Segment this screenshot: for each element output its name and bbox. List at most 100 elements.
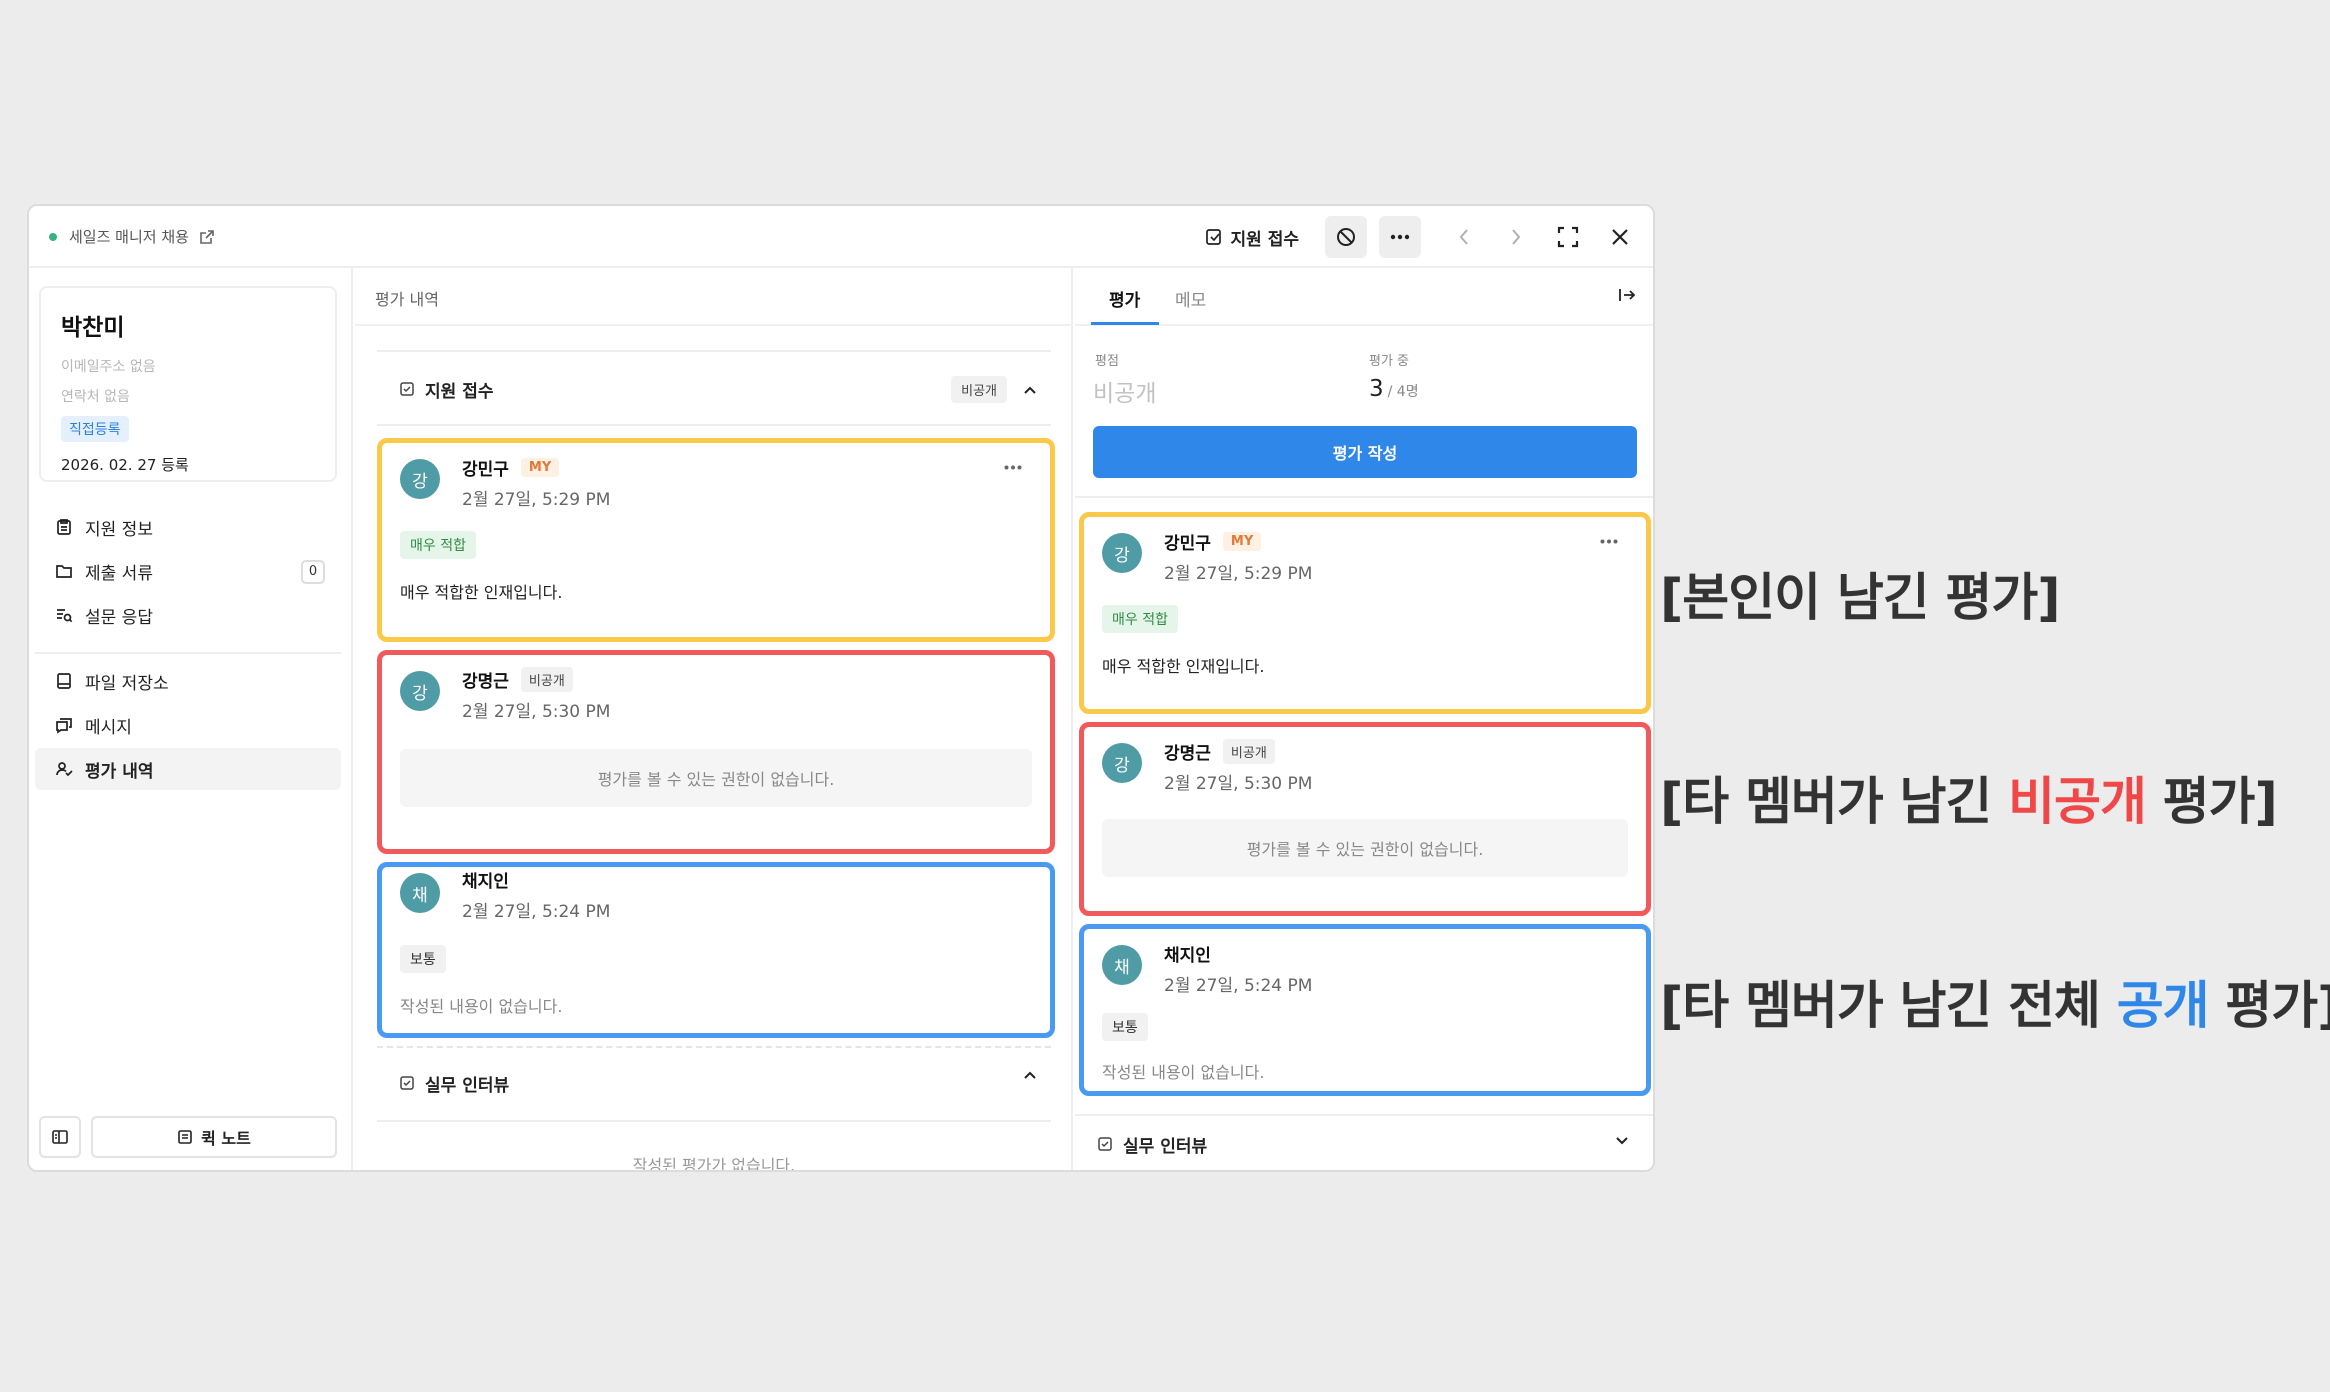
evaluator-name: 강명근 (1164, 744, 1211, 764)
evaluation-card-public: 채 채지인 2월 27일, 5:24 PM 보통 작성된 내용이 없습니다. (1079, 924, 1651, 1096)
candidate-email: 이메일주소 없음 (61, 359, 156, 375)
evaluator-name-wrap: 강민구 MY (462, 455, 560, 480)
section-title: 실무 인터뷰 (1123, 1136, 1208, 1157)
candidate-name: 박찬미 (61, 315, 125, 341)
evaluator-name-wrap: 강명근 비공개 (462, 667, 573, 692)
evaluator-name: 채지인 (1164, 946, 1211, 966)
prev-button[interactable] (1443, 216, 1485, 258)
annotation-text: 평가] (2145, 773, 2278, 832)
top-bar: 세일즈 매니저 채용 지원 접수 (29, 206, 1653, 268)
chevron-up-icon[interactable] (1023, 385, 1037, 395)
avatar: 강 (1102, 533, 1142, 573)
sidebar-item-messages[interactable]: 메시지 (35, 704, 341, 746)
avatar: 강 (1102, 743, 1142, 783)
annotation-text: 평가] (2208, 977, 2330, 1036)
annotation-public-evaluation: [타 멤버가 남긴 전체 공개 평가] (1660, 964, 2330, 1038)
note-icon (400, 382, 414, 396)
expand-icon (1557, 226, 1579, 248)
folder-icon (56, 565, 72, 578)
block-button[interactable] (1325, 216, 1367, 258)
user-check-icon (56, 762, 73, 777)
annotation-private-evaluation: [타 멤버가 남긴 비공개 평가] (1660, 760, 2278, 834)
section-title: 지원 접수 (425, 381, 494, 402)
list-search-icon (57, 609, 73, 623)
expand-button[interactable] (1547, 216, 1589, 258)
profile-card: 박찬미 이메일주소 없음 연락처 없음 직접등록 2026. 02. 27 등록 (39, 286, 337, 482)
sidebar-item-evaluations[interactable]: 평가 내역 (35, 748, 341, 790)
sidebar-item-survey[interactable]: 설문 응답 (35, 594, 341, 636)
no-permission-notice: 평가를 볼 수 있는 권한이 없습니다. (400, 749, 1032, 807)
evaluation-card-public: 채 채지인 2월 27일, 5:24 PM 보통 작성된 내용이 없습니다. (377, 862, 1055, 1038)
sidebar-item-files[interactable]: 파일 저장소 (35, 660, 341, 702)
evaluator-name: 강민구 (462, 460, 509, 480)
chevron-left-icon (1459, 229, 1468, 245)
job-title: 세일즈 매니저 채용 (69, 228, 189, 246)
evaluation-time: 2월 27일, 5:24 PM (1164, 976, 1313, 996)
sidebar-item-label: 평가 내역 (85, 761, 154, 782)
note-icon (400, 1076, 414, 1090)
private-badge: 비공개 (520, 667, 573, 692)
chevron-up-icon[interactable] (1023, 1070, 1037, 1080)
quick-note-button[interactable]: 퀵 노트 (91, 1116, 337, 1158)
more-icon[interactable] (1004, 465, 1022, 470)
candidate-window: 세일즈 매니저 채용 지원 접수 박찬미 이메일주소 없음 연락처 없음 직접등… (27, 204, 1655, 1172)
progress-value: 3 (1369, 376, 1384, 402)
rating-badge: 매우 적합 (400, 531, 476, 559)
candidate-phone: 연락처 없음 (61, 389, 130, 405)
avatar: 채 (400, 873, 440, 913)
more-icon (1390, 234, 1410, 240)
annotation-own-evaluation: [본인이 남긴 평가] (1660, 569, 2061, 628)
panel-divider (1075, 496, 1653, 498)
avatar: 강 (400, 459, 440, 499)
section-divider (377, 1120, 1051, 1122)
tab-bar: 평가 메모 (1075, 268, 1653, 326)
panel-toggle-button[interactable] (39, 1116, 81, 1158)
section-practical-interview[interactable]: 실무 인터뷰 (1075, 1118, 1653, 1170)
close-button[interactable] (1599, 216, 1641, 258)
evaluation-text: 작성된 내용이 없습니다. (1102, 1063, 1265, 1082)
tab-memo[interactable]: 메모 (1175, 286, 1206, 311)
section-practical-interview[interactable]: 실무 인터뷰 (377, 1048, 1051, 1118)
evaluation-card-mine: 강 강민구 MY 2월 27일, 5:29 PM 매우 적합 매우 적합한 인재… (1079, 512, 1651, 714)
sidebar-item-label: 제출 서류 (85, 563, 153, 584)
evaluation-time: 2월 27일, 5:30 PM (1164, 774, 1313, 794)
evaluation-text: 작성된 내용이 없습니다. (400, 997, 563, 1016)
no-permission-notice: 평가를 볼 수 있는 권한이 없습니다. (1102, 819, 1628, 877)
section-application-received[interactable]: 지원 접수 비공개 (377, 354, 1051, 424)
job-link[interactable]: 세일즈 매니저 채용 (49, 226, 215, 247)
sidebar-item-application-info[interactable]: 지원 정보 (35, 506, 341, 548)
evaluation-time: 2월 27일, 5:29 PM (462, 490, 611, 510)
next-button[interactable] (1495, 216, 1537, 258)
write-evaluation-button[interactable]: 평가 작성 (1093, 426, 1637, 478)
collapse-panel-icon[interactable] (1617, 286, 1637, 304)
evaluation-text: 매우 적합한 인재입니다. (400, 583, 563, 602)
sidebar-item-label: 지원 정보 (85, 519, 153, 540)
section-divider (377, 424, 1051, 426)
evaluator-name-wrap: 채지인 (1164, 941, 1211, 966)
rating-badge: 보통 (1102, 1013, 1148, 1041)
more-button[interactable] (1379, 216, 1421, 258)
stage-button[interactable]: 지원 접수 (1205, 225, 1299, 250)
ban-icon (1337, 228, 1355, 246)
note-icon (1205, 229, 1221, 245)
evaluation-text: 매우 적합한 인재입니다. (1102, 657, 1265, 676)
tab-evaluation[interactable]: 평가 (1109, 286, 1140, 311)
evaluator-name-wrap: 강민구 MY (1164, 529, 1262, 554)
chevron-down-icon[interactable] (1615, 1136, 1629, 1146)
evaluator-name: 강민구 (1164, 534, 1211, 554)
stage-label: 지원 접수 (1230, 229, 1299, 250)
sidebar-divider (35, 652, 341, 654)
quick-note-label: 퀵 노트 (201, 1129, 251, 1148)
evaluator-name-wrap: 채지인 (462, 867, 509, 892)
evaluation-time: 2월 27일, 5:24 PM (462, 902, 611, 922)
sidebar-item-documents[interactable]: 제출 서류 0 (35, 550, 341, 592)
visibility-badge: 비공개 (951, 376, 1007, 403)
evaluator-name: 채지인 (462, 872, 509, 892)
progress-label: 평가 중 (1369, 354, 1410, 369)
evaluation-card-private: 강 강명근 비공개 2월 27일, 5:30 PM 평가를 볼 수 있는 권한이… (1079, 722, 1651, 916)
panel-divider (1075, 1114, 1653, 1116)
more-icon[interactable] (1600, 539, 1618, 544)
sidebar-item-label: 파일 저장소 (85, 673, 169, 694)
chevron-right-icon (1512, 229, 1521, 245)
annotation-text: [타 멤버가 남긴 전체 (1660, 977, 2117, 1036)
